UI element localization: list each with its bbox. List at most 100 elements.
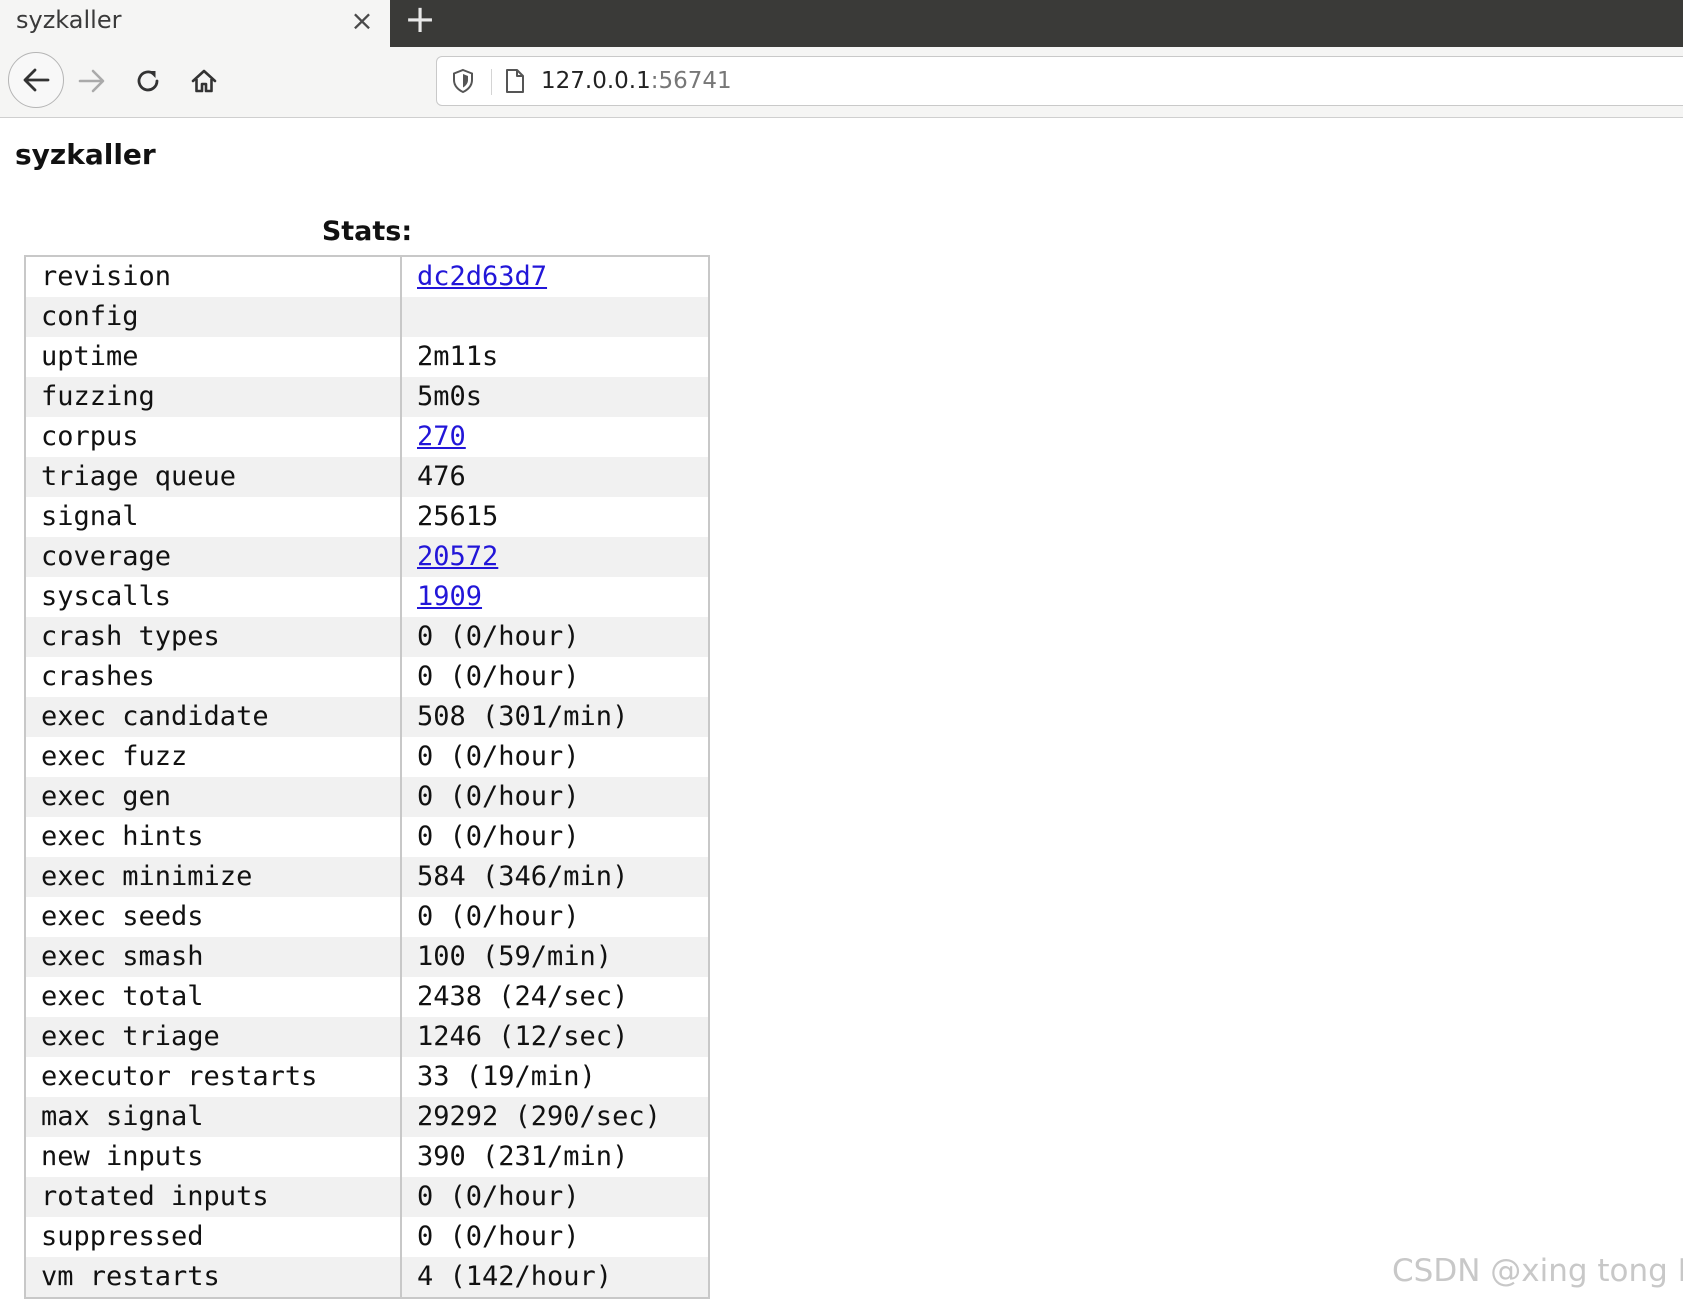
stat-value: 0 (0/hour) [417,661,580,692]
url-bar[interactable]: 127.0.0.1:56741 [436,56,1683,106]
watermark: CSDN @xing tong LI [1392,1253,1683,1289]
stat-label: suppressed [26,1217,402,1257]
stat-value-cell [402,297,708,337]
stat-label: syscalls [26,577,402,617]
stat-label: exec seeds [26,897,402,937]
stat-value: 508 (301/min) [417,701,629,732]
stat-value-cell: 1909 [402,577,708,617]
table-row: syscalls 1909 [26,577,708,617]
stat-value: 2438 (24/sec) [417,981,629,1012]
stat-value-cell: 1246 (12/sec) [402,1017,708,1057]
table-row: config [26,297,708,337]
page-icon[interactable] [501,67,529,95]
new-tab-button[interactable]: + [400,0,440,40]
forward-button[interactable] [66,55,118,107]
stat-value: 476 [417,461,466,492]
stat-value-cell: 5m0s [402,377,708,417]
stat-label: exec candidate [26,697,402,737]
stat-label: fuzzing [26,377,402,417]
close-tab-icon[interactable]: × [348,4,376,38]
url-host: 127.0.0.1 [541,68,651,94]
home-icon [191,69,217,93]
table-row: vm restarts 4 (142/hour) [26,1257,708,1297]
stat-value-link[interactable]: dc2d63d7 [417,261,547,292]
stat-value-cell: 0 (0/hour) [402,617,708,657]
shield-icon[interactable] [449,67,477,95]
table-row: exec total 2438 (24/sec) [26,977,708,1017]
stat-value: 0 (0/hour) [417,821,580,852]
table-row: max signal 29292 (290/sec) [26,1097,708,1137]
url-text[interactable]: 127.0.0.1:56741 [541,68,732,94]
stat-label: exec smash [26,937,402,977]
stat-value-cell: 0 (0/hour) [402,777,708,817]
stat-label: crashes [26,657,402,697]
stat-value-link[interactable]: 20572 [417,541,498,572]
stat-label: max signal [26,1097,402,1137]
stat-label: vm restarts [26,1257,402,1297]
table-row: revision dc2d63d7 [26,257,708,297]
stat-value-cell: dc2d63d7 [402,257,708,297]
stat-label: signal [26,497,402,537]
stat-label: exec total [26,977,402,1017]
stat-value-cell: 584 (346/min) [402,857,708,897]
stat-value-cell: 0 (0/hour) [402,817,708,857]
table-row: crash types 0 (0/hour) [26,617,708,657]
stat-label: corpus [26,417,402,457]
stat-value: 29292 (290/sec) [417,1101,661,1132]
stats-table: revision dc2d63d7 config uptime 2m11s fuzzing… [24,255,710,1299]
stat-label: config [26,297,402,337]
table-row: uptime 2m11s [26,337,708,377]
reload-button[interactable] [122,55,174,107]
table-row: triage queue 476 [26,457,708,497]
stat-value-cell: 0 (0/hour) [402,1217,708,1257]
table-row: executor restarts 33 (19/min) [26,1057,708,1097]
table-row: suppressed 0 (0/hour) [26,1217,708,1257]
table-row: new inputs 390 (231/min) [26,1137,708,1177]
table-row: rotated inputs 0 (0/hour) [26,1177,708,1217]
table-row: fuzzing 5m0s [26,377,708,417]
home-button[interactable] [178,55,230,107]
stat-value: 2m11s [417,341,499,372]
back-arrow-icon [23,68,50,92]
table-row: crashes 0 (0/hour) [26,657,708,697]
table-row: exec smash 100 (59/min) [26,937,708,977]
table-row: exec minimize 584 (346/min) [26,857,708,897]
stat-value-cell: 0 (0/hour) [402,737,708,777]
stat-value-link[interactable]: 270 [417,421,466,452]
stat-value-cell: 0 (0/hour) [402,657,708,697]
stat-label: exec fuzz [26,737,402,777]
table-row: exec triage 1246 (12/sec) [26,1017,708,1057]
stat-value-cell: 20572 [402,537,708,577]
table-row: exec gen 0 (0/hour) [26,777,708,817]
stat-label: new inputs [26,1137,402,1177]
stat-value-cell: 2m11s [402,337,708,377]
stat-label: exec gen [26,777,402,817]
tab-syzkaller[interactable]: syzkaller × [0,0,390,47]
stat-value: 584 (346/min) [417,861,629,892]
stat-value: 0 (0/hour) [417,621,580,652]
stat-label: rotated inputs [26,1177,402,1217]
stat-value: 1246 (12/sec) [417,1021,629,1052]
table-row: signal 25615 [26,497,708,537]
stat-value-cell: 390 (231/min) [402,1137,708,1177]
stat-value-cell: 0 (0/hour) [402,1177,708,1217]
stat-value: 0 (0/hour) [417,741,580,772]
stat-value-cell: 33 (19/min) [402,1057,708,1097]
url-separator [491,69,492,95]
back-button[interactable] [8,52,64,108]
stat-value: 0 (0/hour) [417,781,580,812]
stat-value-cell: 4 (142/hour) [402,1257,708,1297]
stat-value-cell: 508 (301/min) [402,697,708,737]
stat-value: 25615 [417,501,499,532]
stat-label: executor restarts [26,1057,402,1097]
page-title: syzkaller [15,138,156,171]
stat-label: exec triage [26,1017,402,1057]
stat-label: revision [26,257,402,297]
table-row: exec hints 0 (0/hour) [26,817,708,857]
stat-value-cell: 476 [402,457,708,497]
forward-arrow-icon [78,69,105,93]
tab-title: syzkaller [16,6,122,34]
stats-caption: Stats: [321,216,413,247]
reload-icon [137,70,159,92]
stat-value-link[interactable]: 1909 [417,581,482,612]
